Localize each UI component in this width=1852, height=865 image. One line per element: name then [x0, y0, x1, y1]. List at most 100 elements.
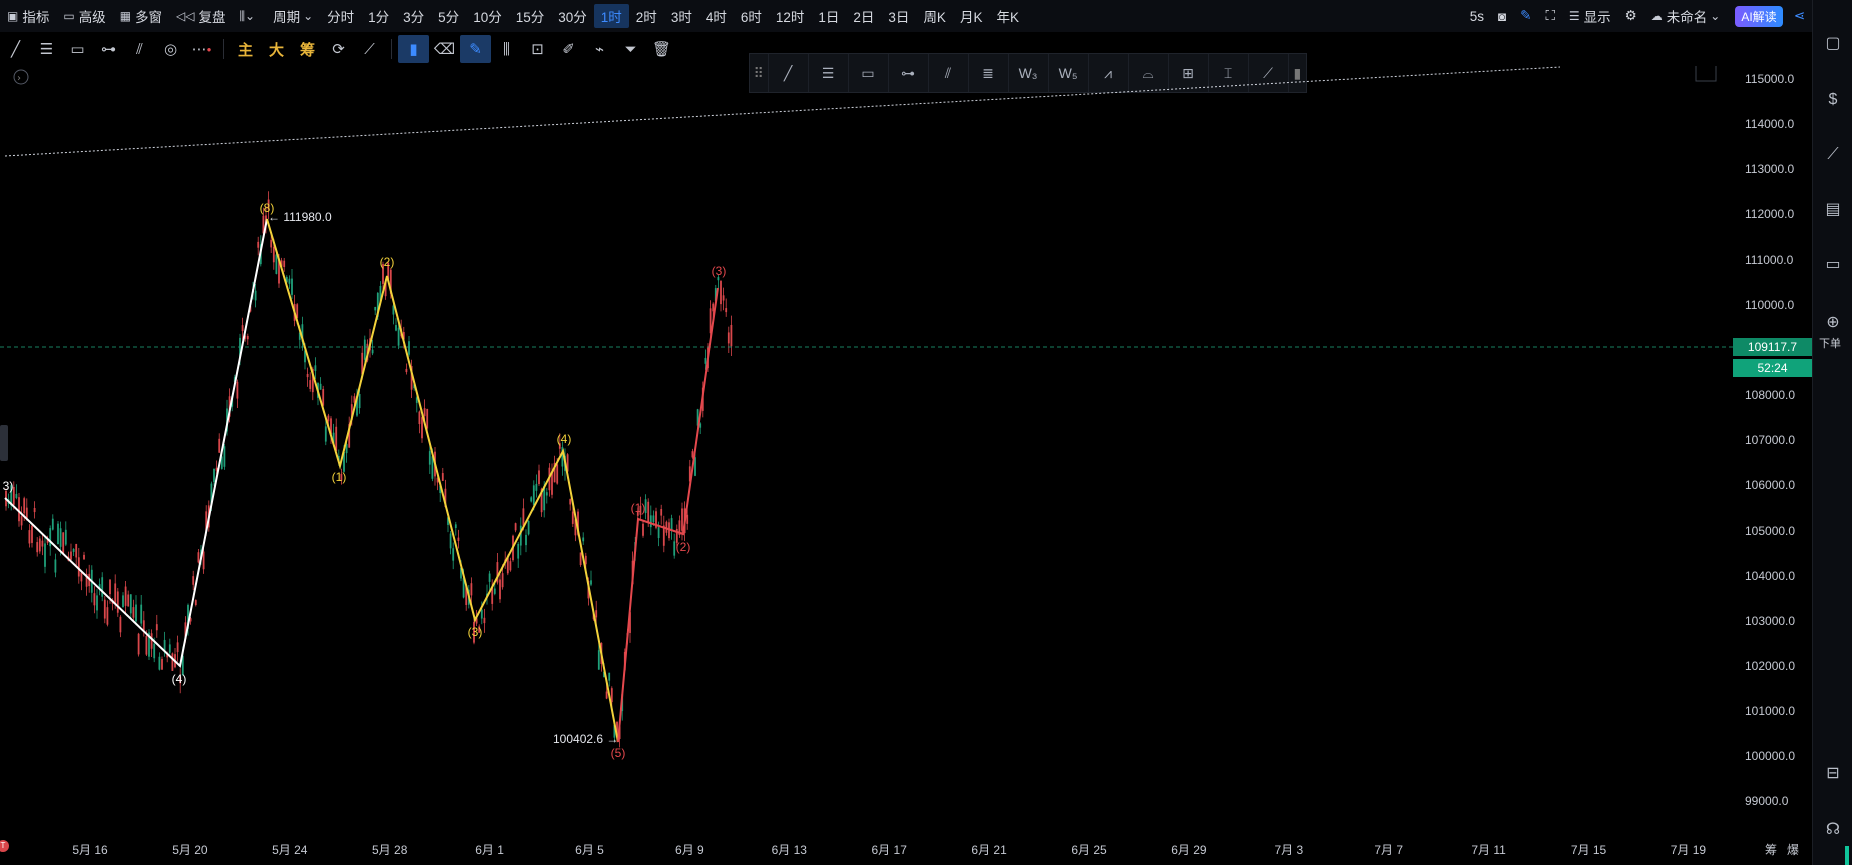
candle-body: [127, 594, 130, 607]
price-chart[interactable]: ›: [0, 66, 1733, 837]
eraser-icon[interactable]: ⌫: [429, 35, 460, 63]
sync-icon[interactable]: ⟳: [323, 35, 354, 63]
red-wave-path[interactable]: [617, 287, 719, 743]
wave-label-red-3[interactable]: (3): [712, 264, 727, 278]
interval-tab[interactable]: 5分: [431, 4, 466, 28]
analysis-icon[interactable]: ▤: [1823, 200, 1843, 220]
layout-icon[interactable]: ⊟: [1823, 764, 1843, 784]
line-tool-icon[interactable]: ╱: [0, 35, 31, 63]
multi-window-button[interactable]: ▦ 多窗: [113, 4, 169, 28]
wave-label-red-1[interactable]: (1): [631, 501, 646, 515]
interval-tab[interactable]: 3日: [881, 4, 916, 28]
interval-tab[interactable]: 周K: [916, 4, 953, 28]
candle-body: [488, 573, 491, 582]
interval-tab[interactable]: 2时: [629, 4, 664, 28]
pen-icon[interactable]: ✎: [1513, 4, 1538, 28]
advanced-button[interactable]: ▭ 高级: [56, 4, 112, 28]
chart-type-button[interactable]: ⫼⌄: [233, 4, 267, 28]
interval-tab[interactable]: 3分: [396, 4, 431, 28]
interval-tab[interactable]: 月K: [953, 4, 990, 28]
trendline[interactable]: [4, 66, 1561, 157]
horizontal-line-icon[interactable]: ☰: [31, 35, 62, 63]
trend-chart-icon[interactable]: ⟋: [1823, 145, 1843, 165]
camera-icon[interactable]: ◙: [1491, 4, 1513, 28]
candle-body: [712, 303, 715, 312]
interval-tab[interactable]: 分时: [320, 4, 361, 28]
wallet-icon[interactable]: ▭: [1823, 255, 1843, 275]
interval-tab[interactable]: 1日: [811, 4, 846, 28]
candle-body: [101, 577, 104, 597]
wave-label-white-4[interactable]: (4): [172, 672, 187, 686]
channel-icon[interactable]: ⫽: [124, 35, 155, 63]
interval-tab[interactable]: 3时: [664, 4, 699, 28]
interval-tab[interactable]: 6时: [734, 4, 769, 28]
chip-distribution-button[interactable]: 筹: [292, 35, 323, 63]
candle-compare-icon[interactable]: ⫼: [491, 35, 522, 63]
magnet-icon[interactable]: ⟋: [354, 35, 385, 63]
cloud-layout-button[interactable]: ☁ 未命名 ⌄: [1644, 4, 1732, 28]
link-icon[interactable]: ⌁: [584, 35, 615, 63]
candle-body: [254, 290, 257, 301]
candle-body: [31, 525, 33, 543]
ruler-icon[interactable]: ⊶: [93, 35, 124, 63]
ai-interpret-button[interactable]: AI解读: [1735, 5, 1783, 27]
interval-tab[interactable]: 15分: [509, 4, 552, 28]
order-icon[interactable]: ⊕: [1823, 313, 1843, 333]
interval-tab[interactable]: 4时: [699, 4, 734, 28]
refresh-rate[interactable]: 5s: [1463, 4, 1491, 28]
wave-label-red-5[interactable]: (5): [611, 746, 626, 760]
indicator-icon: ▣: [7, 9, 19, 23]
time-axis[interactable]: 筹 爆 T 5月 16 5月 20 5月 24 5月 28 6月 1 6月 5 6月 9 6月…: [0, 837, 1812, 865]
interval-tab[interactable]: 1时: [593, 4, 629, 28]
headset-icon[interactable]: ☊: [1823, 820, 1843, 840]
dollar-icon[interactable]: $: [1823, 90, 1843, 110]
wave-label-red-2[interactable]: (2): [676, 540, 691, 554]
candle-body: [158, 656, 161, 670]
share-icon[interactable]: ⋖: [1787, 4, 1812, 28]
price-axis[interactable]: 109117.7 52:24 115000.0 114000.0 113000.0 1…: [1733, 66, 1812, 837]
gear-icon[interactable]: ⚙: [1618, 4, 1644, 28]
interval-tab[interactable]: 10分: [466, 4, 509, 28]
wave-label-yellow-4[interactable]: (4): [557, 432, 572, 446]
interval-tab[interactable]: 2日: [846, 4, 881, 28]
wave-label-yellow-3[interactable]: (3): [468, 625, 483, 639]
brush-icon[interactable]: ✎: [460, 35, 491, 63]
interval-tab[interactable]: 1分: [361, 4, 396, 28]
maximize-icon[interactable]: [1695, 66, 1717, 82]
replay-button[interactable]: ◁◁ 复盘: [169, 4, 232, 28]
interval-tab[interactable]: 30分: [551, 4, 594, 28]
trash-icon[interactable]: 🗑: [646, 35, 677, 63]
candle-body: [517, 543, 520, 559]
period-dropdown[interactable]: 周期 ⌄: [266, 4, 320, 28]
interval-tab[interactable]: 年K: [989, 4, 1026, 28]
left-collapse-handle[interactable]: [0, 425, 8, 461]
indicator-button[interactable]: ▣ 指标: [0, 4, 56, 28]
interval-tab[interactable]: 12时: [769, 4, 812, 28]
order-label[interactable]: 下单: [1819, 335, 1841, 351]
fullscreen-icon[interactable]: ⛶: [1538, 4, 1561, 28]
top-toolbar: ▣ 指标 ▭ 高级 ▦ 多窗 ◁◁ 复盘 ⫼⌄ 周期 ⌄ 分时 1分 3分 5分 10分 15分 30…: [0, 0, 1812, 32]
more-icon[interactable]: ⋯ ●: [186, 35, 217, 63]
candle-body: [556, 464, 559, 484]
edit-note-icon[interactable]: ✐: [553, 35, 584, 63]
main-indicator-button[interactable]: 主: [230, 35, 261, 63]
wave-label-yellow-1[interactable]: (1): [332, 470, 347, 484]
time-axis-burst-label[interactable]: 爆: [1787, 841, 1799, 858]
candle-body: [18, 497, 20, 522]
circle-target-icon[interactable]: ◎: [155, 35, 186, 63]
wave-label-white-3[interactable]: 3): [3, 479, 14, 493]
lock-icon[interactable]: ⊡: [522, 35, 553, 63]
candle-body: [610, 688, 613, 703]
scroll-indicator[interactable]: [1845, 846, 1849, 865]
wave-label-yellow-2[interactable]: (2): [380, 255, 395, 269]
big-trades-button[interactable]: 大: [261, 35, 292, 63]
bookmark-icon[interactable]: ▮: [398, 35, 429, 63]
chart-settings-icon[interactable]: ›: [13, 69, 29, 85]
time-axis-chip-label[interactable]: 筹: [1765, 841, 1777, 858]
panel-icon[interactable]: ▢: [1823, 34, 1843, 54]
rectangle-icon[interactable]: ▭: [62, 35, 93, 63]
display-button[interactable]: ☰ 显示: [1562, 4, 1618, 28]
filter-icon[interactable]: ⏷: [615, 35, 646, 63]
candle-body: [272, 246, 275, 263]
candle-body: [522, 508, 525, 526]
